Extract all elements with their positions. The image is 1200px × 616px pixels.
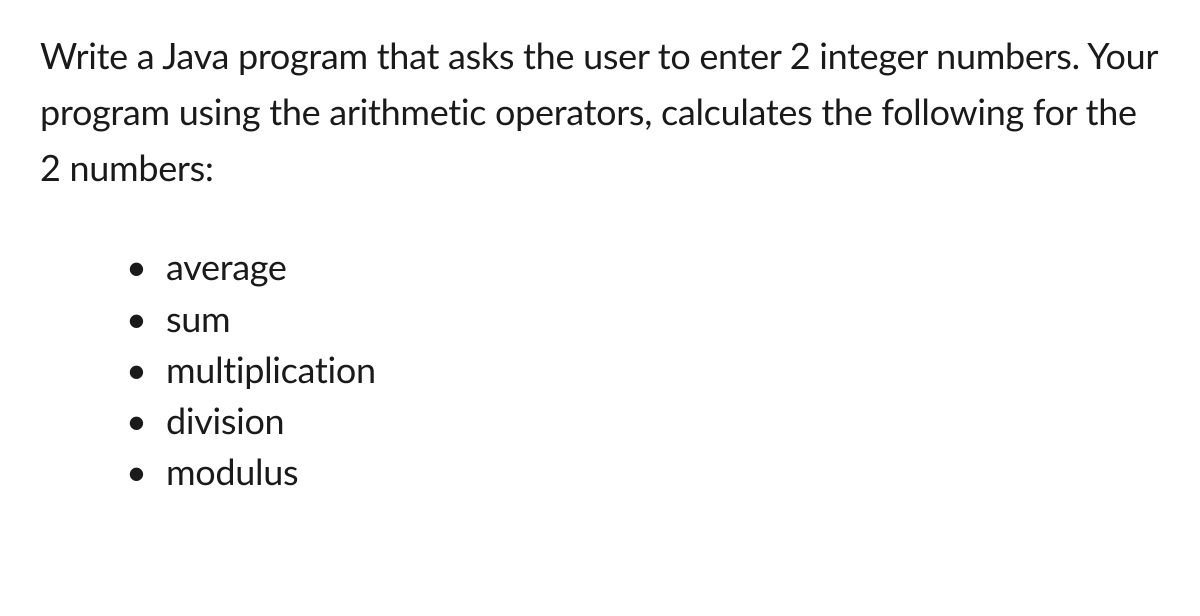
list-item: division	[126, 395, 1160, 446]
list-item: multiplication	[126, 344, 1160, 395]
requirements-list: average sum multiplication division modu…	[40, 241, 1160, 497]
list-item: modulus	[126, 446, 1160, 497]
list-item: average	[126, 241, 1160, 292]
list-item: sum	[126, 293, 1160, 344]
problem-statement: Write a Java program that asks the user …	[40, 28, 1160, 195]
